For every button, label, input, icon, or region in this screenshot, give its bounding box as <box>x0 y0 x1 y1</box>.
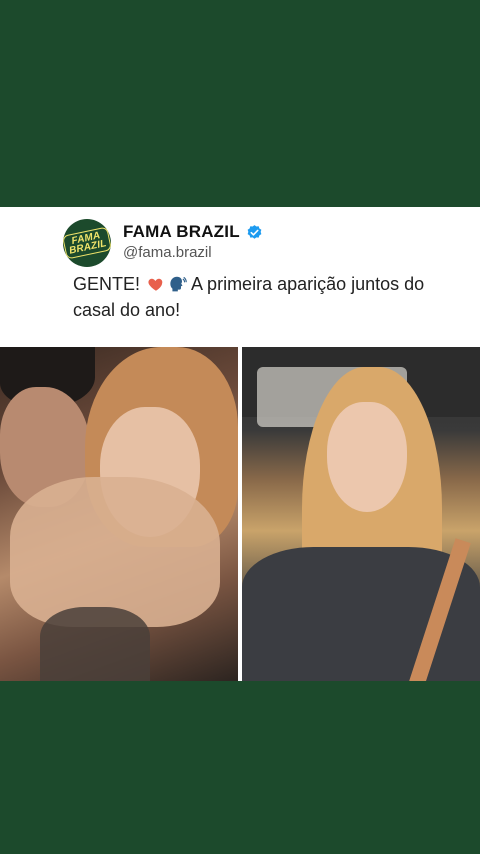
avatar-logo: FAMA BRAZIL <box>63 226 111 260</box>
post-text: GENTE! A primeira aparição juntos do cas… <box>73 271 453 323</box>
account-name[interactable]: FAMA BRAZIL <box>123 222 240 242</box>
account-handle[interactable]: @fama.brazil <box>123 244 212 261</box>
photo-couple[interactable] <box>0 347 238 681</box>
speaking-head-icon <box>170 276 187 292</box>
post-header: FAMA BRAZIL FAMA BRAZIL @fama.brazil <box>63 219 463 271</box>
photo-tattoo-arm <box>40 607 150 681</box>
post-card: FAMA BRAZIL FAMA BRAZIL @fama.brazil GEN… <box>0 207 480 681</box>
account-name-row: FAMA BRAZIL <box>123 222 263 242</box>
photo-face <box>327 402 407 512</box>
avatar[interactable]: FAMA BRAZIL <box>63 219 111 267</box>
heart-icon <box>148 278 163 291</box>
photo-hands <box>10 477 220 627</box>
verified-badge-icon <box>247 224 262 239</box>
post-text-prefix: GENTE! <box>73 274 141 294</box>
photo-woman-car[interactable] <box>242 347 480 681</box>
post-photos[interactable] <box>0 347 480 681</box>
